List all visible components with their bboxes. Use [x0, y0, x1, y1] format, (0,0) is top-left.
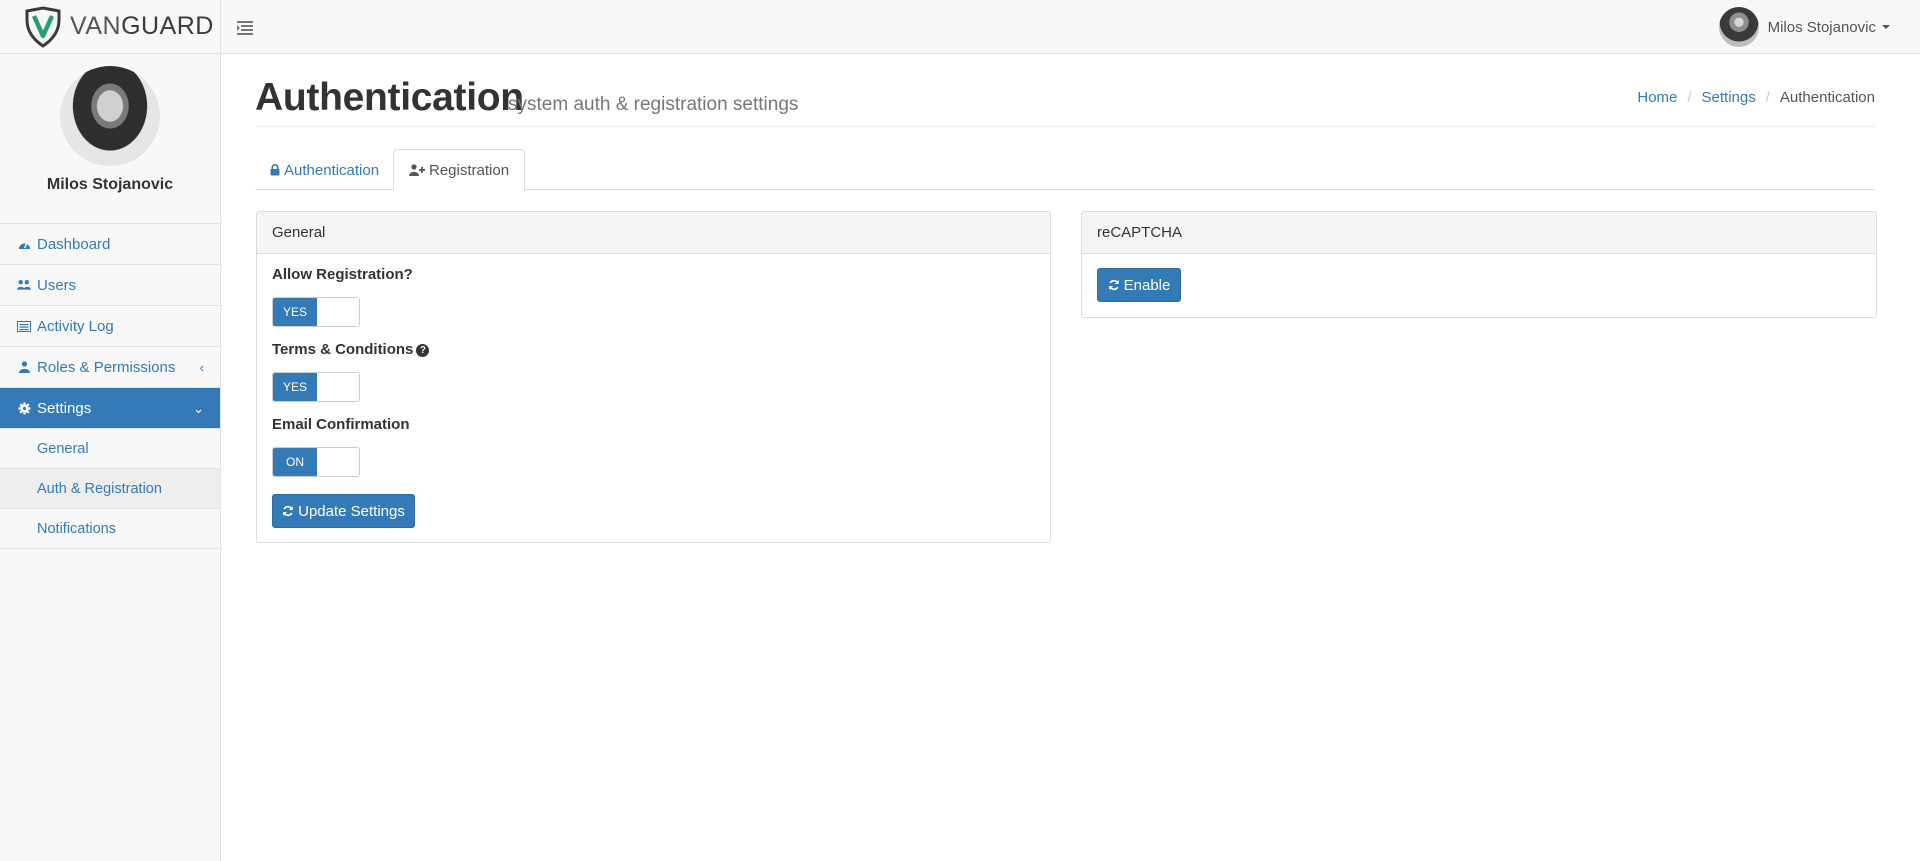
sidebar-item-settings[interactable]: Settings ⌄: [0, 388, 220, 429]
toggle-state-label: ON: [273, 448, 317, 476]
allow-registration-toggle[interactable]: YES: [272, 297, 360, 327]
user-name: Milos Stojanovic: [1767, 18, 1876, 36]
sidebar-item-label: Users: [37, 276, 77, 294]
recaptcha-panel: reCAPTCHA Enable: [1081, 211, 1877, 318]
profile-name: Milos Stojanovic: [46, 176, 174, 193]
users-icon: [17, 278, 31, 292]
email-confirmation-label: Email Confirmation: [272, 416, 410, 433]
avatar: [1718, 7, 1759, 47]
sidebar-profile: Milos Stojanovic: [0, 66, 220, 224]
tab-label: Registration: [429, 161, 510, 179]
sidebar: Milos Stojanovic Dashboard Users Activit…: [0, 54, 221, 861]
breadcrumb-separator: /: [1687, 89, 1692, 106]
panel-heading: reCAPTCHA: [1082, 212, 1876, 254]
breadcrumb-settings[interactable]: Settings: [1702, 89, 1756, 106]
page-subtitle: system auth & registration settings: [508, 94, 799, 115]
brand-logo[interactable]: VANGUARD: [0, 0, 221, 53]
page-header: Authentication system auth & registratio…: [255, 76, 1875, 127]
sidebar-item-label: Dashboard: [37, 235, 111, 253]
shield-logo-icon: [25, 5, 61, 48]
profile-avatar[interactable]: [60, 66, 160, 166]
sidebar-item-label: Roles & Permissions: [37, 358, 176, 376]
toggle-state-label: YES: [273, 298, 317, 326]
tab-label: Authentication: [284, 161, 380, 179]
settings-tabs: Authentication Registration: [255, 149, 1875, 191]
terms-conditions-label: Terms & Conditions?: [272, 341, 430, 358]
sidebar-subitem-label: General: [37, 440, 89, 457]
breadcrumb-separator: /: [1765, 89, 1770, 106]
allow-registration-label: Allow Registration?: [272, 266, 413, 283]
enable-recaptcha-button[interactable]: Enable: [1097, 268, 1181, 302]
breadcrumb-current: Authentication: [1779, 89, 1875, 106]
sidebar-subitem-label: Notifications: [37, 520, 116, 537]
refresh-icon: [282, 505, 294, 517]
top-navbar: VANGUARD Milos Stojanovic: [0, 0, 1920, 54]
question-circle-icon[interactable]: ?: [416, 344, 430, 357]
breadcrumb-home[interactable]: Home: [1637, 89, 1677, 106]
sidebar-item-users[interactable]: Users: [0, 265, 220, 306]
panel-heading: General: [257, 212, 1050, 254]
dashboard-icon: [17, 237, 31, 251]
user-plus-icon: [409, 164, 425, 176]
user-icon: [17, 360, 31, 374]
sidebar-subitem-auth-registration[interactable]: Auth & Registration: [0, 469, 220, 509]
general-settings-panel: General Allow Registration? YES Terms & …: [256, 211, 1051, 543]
toggle-state-label: YES: [273, 373, 317, 401]
update-settings-button[interactable]: Update Settings: [272, 494, 415, 528]
refresh-icon: [1108, 279, 1120, 291]
lock-icon: [270, 164, 280, 176]
sidebar-item-label: Settings: [37, 399, 92, 417]
sidebar-item-label: Activity Log: [37, 317, 114, 335]
toggle-handle: [317, 373, 359, 401]
chevron-down-icon: ⌄: [193, 401, 204, 416]
sidebar-subitem-general[interactable]: General: [0, 429, 220, 469]
user-menu-dropdown[interactable]: Milos Stojanovic: [1718, 6, 1890, 48]
sidebar-item-activity-log[interactable]: Activity Log: [0, 306, 220, 347]
tab-authentication[interactable]: Authentication: [255, 149, 394, 191]
terms-conditions-text: Terms & Conditions: [272, 341, 414, 358]
sidebar-item-dashboard[interactable]: Dashboard: [0, 224, 220, 265]
sidebar-subitem-notifications[interactable]: Notifications: [0, 509, 220, 549]
brand-name: VANGUARD: [70, 12, 214, 40]
tab-registration[interactable]: Registration: [393, 149, 526, 191]
email-confirmation-toggle[interactable]: ON: [272, 447, 360, 477]
caret-down-icon: [1882, 25, 1890, 29]
button-label: Enable: [1123, 276, 1171, 294]
button-label: Update Settings: [298, 502, 405, 520]
sidebar-toggle-icon[interactable]: [234, 17, 256, 37]
sidebar-subitem-label: Auth & Registration: [37, 480, 162, 497]
sidebar-item-roles-permissions[interactable]: Roles & Permissions ‹: [0, 347, 220, 388]
breadcrumb: Home / Settings / Authentication: [1637, 89, 1875, 106]
chevron-left-icon: ‹: [199, 360, 204, 375]
list-icon: [17, 319, 31, 333]
main-content: Authentication system auth & registratio…: [221, 54, 1920, 861]
gear-icon: [17, 401, 31, 415]
page-title: Authentication: [255, 76, 524, 119]
terms-conditions-toggle[interactable]: YES: [272, 372, 360, 402]
toggle-handle: [317, 448, 359, 476]
toggle-handle: [317, 298, 359, 326]
